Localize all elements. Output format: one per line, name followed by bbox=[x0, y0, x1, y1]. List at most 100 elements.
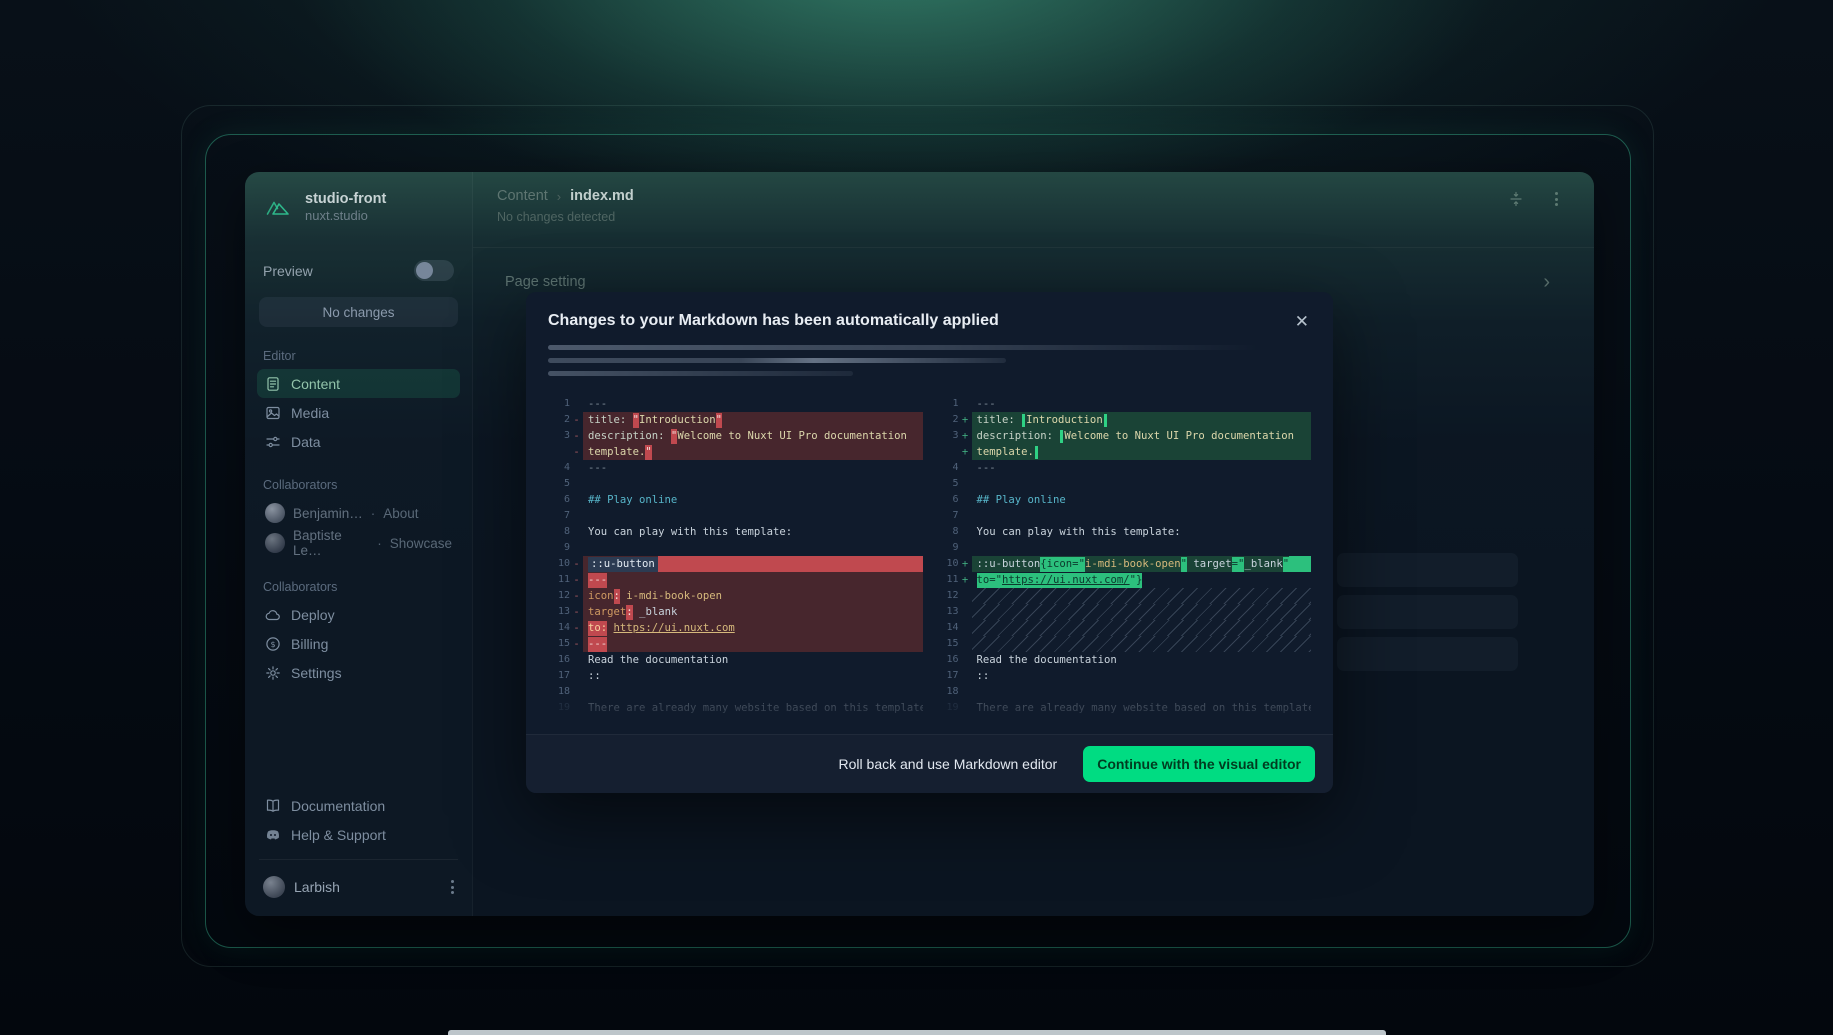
sidebar: studio-front nuxt.studio Preview No chan… bbox=[245, 172, 473, 916]
sidebar-item-content[interactable]: Content bbox=[257, 369, 460, 398]
no-changes-button[interactable]: No changes bbox=[259, 297, 458, 327]
app-window: studio-front nuxt.studio Preview No chan… bbox=[245, 172, 1594, 916]
code-line: --- bbox=[583, 396, 923, 412]
preview-toggle[interactable] bbox=[414, 260, 454, 281]
code-line: icon: i-mdi-book-open bbox=[583, 588, 923, 604]
diff-row: -template." bbox=[548, 444, 923, 460]
modal-title: Changes to your Markdown has been automa… bbox=[548, 312, 999, 330]
diff-marker bbox=[570, 460, 583, 476]
diff-panel-modified: 1---2+title: Introduction3+description: … bbox=[937, 396, 1312, 734]
diff-row: 18 bbox=[937, 684, 1312, 700]
diff-marker: + bbox=[959, 444, 972, 460]
sidebar-item-label: Data bbox=[291, 434, 321, 450]
project-header[interactable]: studio-front nuxt.studio bbox=[261, 190, 456, 224]
diff-row: 2-title: "Introduction" bbox=[548, 412, 923, 428]
sidebar-item-media[interactable]: Media bbox=[257, 398, 460, 427]
continue-button[interactable]: Continue with the visual editor bbox=[1083, 746, 1315, 782]
avatar bbox=[265, 503, 285, 523]
diff-marker bbox=[959, 684, 972, 700]
sidebar-item-help-support[interactable]: Help & Support bbox=[257, 820, 460, 849]
avatar bbox=[265, 533, 285, 553]
code-line bbox=[972, 636, 1312, 652]
user-menu[interactable]: Larbish bbox=[257, 870, 460, 904]
sliders-icon bbox=[265, 434, 281, 450]
user-avatar bbox=[263, 876, 285, 898]
diff-marker bbox=[570, 540, 583, 556]
code-line bbox=[972, 684, 1312, 700]
code-line: :: bbox=[583, 668, 923, 684]
diff-marker bbox=[959, 508, 972, 524]
code-line bbox=[972, 604, 1312, 620]
image-icon bbox=[265, 405, 281, 421]
code-line bbox=[972, 508, 1312, 524]
line-number: 12 bbox=[548, 588, 570, 604]
discord-icon bbox=[265, 827, 281, 843]
sidebar-item-label: Documentation bbox=[291, 798, 385, 814]
diff-view: 1---2-title: "Introduction"3-description… bbox=[526, 390, 1333, 734]
sidebar-item-label: Settings bbox=[291, 665, 342, 681]
page-setting-row[interactable]: Page setting › bbox=[473, 272, 1594, 292]
sidebar-item-deploy[interactable]: Deploy bbox=[257, 600, 460, 629]
nuxt-studio-logo-icon bbox=[261, 190, 295, 224]
line-number: 8 bbox=[548, 524, 570, 540]
diff-marker bbox=[570, 508, 583, 524]
user-name: Larbish bbox=[294, 879, 340, 895]
sidebar-item-label: Deploy bbox=[291, 607, 335, 623]
desktop: { "window": { "project": {"name": "studi… bbox=[0, 0, 1833, 1035]
svg-text:$: $ bbox=[270, 640, 275, 649]
form-row-ghost bbox=[1337, 553, 1518, 587]
diff-marker bbox=[570, 524, 583, 540]
sidebar-item-settings[interactable]: Settings bbox=[257, 658, 460, 687]
cloud-icon bbox=[265, 607, 281, 623]
book-icon bbox=[265, 798, 281, 814]
line-number: 14 bbox=[937, 620, 959, 636]
collaborator-name: Benjamin… bbox=[293, 506, 363, 521]
collaborator-page: Showcase bbox=[390, 536, 452, 551]
code-line: ::u-button bbox=[583, 556, 923, 572]
diff-marker bbox=[959, 636, 972, 652]
rollback-button[interactable]: Roll back and use Markdown editor bbox=[827, 748, 1070, 780]
sidebar-item-billing[interactable]: $ Billing bbox=[257, 629, 460, 658]
diff-row: 18 bbox=[548, 684, 923, 700]
diff-marker: + bbox=[959, 572, 972, 588]
diff-row: 12-icon: i-mdi-book-open bbox=[548, 588, 923, 604]
diff-row: 3+description: Welcome to Nuxt UI Pro do… bbox=[937, 428, 1312, 444]
diff-marker: - bbox=[570, 604, 583, 620]
diff-marker: - bbox=[570, 620, 583, 636]
line-number: 18 bbox=[548, 684, 570, 700]
line-number: 19 bbox=[548, 700, 570, 716]
collaborator-page: About bbox=[383, 506, 418, 521]
collaborator-row[interactable]: Baptiste Le… · Showcase bbox=[257, 528, 460, 558]
code-line: to="https://ui.nuxt.com/"} bbox=[972, 572, 1312, 588]
diff-row: 9 bbox=[937, 540, 1312, 556]
diff-row: 6## Play online bbox=[937, 492, 1312, 508]
collapse-merge-icon[interactable] bbox=[1507, 190, 1525, 208]
line-number: 19 bbox=[937, 700, 959, 716]
diff-marker: - bbox=[570, 636, 583, 652]
sidebar-item-data[interactable]: Data bbox=[257, 427, 460, 456]
kebab-menu-icon[interactable] bbox=[451, 880, 454, 894]
diff-row: 7 bbox=[937, 508, 1312, 524]
project-host: nuxt.studio bbox=[305, 208, 386, 224]
diff-row: 2+title: Introduction bbox=[937, 412, 1312, 428]
breadcrumb-file[interactable]: index.md bbox=[570, 188, 634, 204]
breadcrumb-section[interactable]: Content bbox=[497, 188, 548, 204]
section-label-collaborators-2: Collaborators bbox=[263, 580, 454, 594]
sidebar-item-label: Content bbox=[291, 376, 340, 392]
diff-marker: - bbox=[570, 572, 583, 588]
more-options-icon[interactable] bbox=[1555, 192, 1558, 206]
line-number: 13 bbox=[548, 604, 570, 620]
close-icon[interactable]: ✕ bbox=[1295, 313, 1309, 330]
code-line: Read the documentation bbox=[583, 652, 923, 668]
diff-row: 16Read the documentation bbox=[937, 652, 1312, 668]
line-number: 5 bbox=[937, 476, 959, 492]
line-number: 17 bbox=[548, 668, 570, 684]
code-line bbox=[583, 684, 923, 700]
diff-marker: - bbox=[570, 412, 583, 428]
background-form-rows bbox=[1337, 553, 1518, 671]
diff-row: 9 bbox=[548, 540, 923, 556]
sidebar-item-documentation[interactable]: Documentation bbox=[257, 791, 460, 820]
line-number: 15 bbox=[548, 636, 570, 652]
code-line bbox=[583, 540, 923, 556]
collaborator-row[interactable]: Benjamin… · About bbox=[257, 498, 460, 528]
